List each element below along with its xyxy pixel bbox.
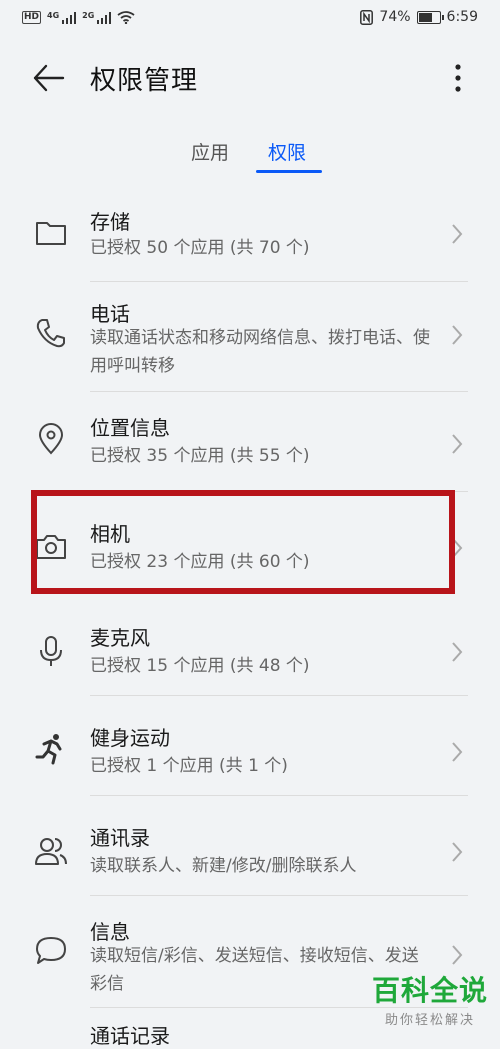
contacts-icon xyxy=(35,838,67,865)
chevron-right-icon xyxy=(452,842,463,862)
status-right: 74% 6:59 xyxy=(360,9,478,25)
chevron-right-icon xyxy=(452,642,463,662)
permission-item-storage[interactable]: 存储 已授权 50 个应用 (共 70 个) xyxy=(0,186,500,282)
arrow-left-icon[interactable] xyxy=(32,62,66,94)
permission-title: 存储 xyxy=(90,210,130,234)
page-title: 权限管理 xyxy=(90,66,199,96)
permission-title: 信息 xyxy=(90,920,130,944)
signal-icon xyxy=(62,11,77,24)
permission-title: 电话 xyxy=(90,302,130,326)
network-type-1: 4G xyxy=(47,11,60,20)
signal-icon xyxy=(97,11,112,24)
chevron-right-icon xyxy=(452,434,463,454)
highlight-box xyxy=(31,490,455,594)
tab-active-indicator xyxy=(256,170,322,173)
running-icon xyxy=(35,734,62,765)
watermark-subtitle: 助你轻松解决 xyxy=(384,1013,475,1028)
permission-item-contacts[interactable]: 通讯录 读取联系人、新建/修改/删除联系人 xyxy=(0,796,500,896)
battery-percent: 74% xyxy=(379,9,411,25)
chevron-right-icon xyxy=(452,224,463,244)
microphone-icon xyxy=(40,636,62,666)
permission-item-location[interactable]: 位置信息 已授权 35 个应用 (共 55 个) xyxy=(0,392,500,492)
tab-apps[interactable]: 应用 xyxy=(191,138,229,165)
location-icon xyxy=(38,423,64,455)
permission-subtitle: 已授权 15 个应用 (共 48 个) xyxy=(90,656,310,676)
battery-icon xyxy=(416,10,444,24)
chevron-right-icon xyxy=(452,945,463,965)
chevron-right-icon xyxy=(452,742,463,762)
permission-title: 位置信息 xyxy=(90,416,170,440)
permission-title: 麦克风 xyxy=(90,626,150,650)
clock: 6:59 xyxy=(446,9,478,25)
watermark-title: 百科全说 xyxy=(372,974,489,1007)
permission-title: 通讯录 xyxy=(90,826,150,850)
permission-subtitle: 已授权 50 个应用 (共 70 个) xyxy=(90,238,310,258)
nfc-icon xyxy=(360,9,374,25)
permission-subtitle: 已授权 35 个应用 (共 55 个) xyxy=(90,446,310,466)
permission-list: 存储 已授权 50 个应用 (共 70 个) 电话 读取通话状态和移动网络信息、… xyxy=(0,186,500,1048)
hd-icon: HD xyxy=(22,11,42,24)
permission-item-microphone[interactable]: 麦克风 已授权 15 个应用 (共 48 个) xyxy=(0,596,500,696)
message-icon xyxy=(36,937,66,964)
permission-item-phone[interactable]: 电话 读取通话状态和移动网络信息、拨打电话、使用呼叫转移 xyxy=(0,282,500,392)
wifi-icon xyxy=(117,11,135,24)
network-type-2: 2G xyxy=(82,11,95,20)
tab-bar: 应用 权限 xyxy=(0,138,500,176)
more-vertical-icon[interactable] xyxy=(448,62,468,94)
permission-title: 健身运动 xyxy=(90,726,170,750)
permission-subtitle: 已授权 1 个应用 (共 1 个) xyxy=(90,756,288,776)
folder-icon xyxy=(36,222,66,245)
phone-icon xyxy=(36,319,65,348)
chevron-right-icon xyxy=(452,325,463,345)
permission-item-fitness[interactable]: 健身运动 已授权 1 个应用 (共 1 个) xyxy=(0,696,500,796)
permission-title: 通话记录 xyxy=(90,1024,170,1048)
tab-permissions[interactable]: 权限 xyxy=(268,138,306,165)
permission-subtitle: 读取通话状态和移动网络信息、拨打电话、使用呼叫转移 xyxy=(90,328,430,376)
app-bar: 权限管理 xyxy=(0,48,500,108)
watermark-logo: 百科全说 助你轻松解决 xyxy=(372,974,489,1029)
permission-subtitle: 读取联系人、新建/修改/删除联系人 xyxy=(90,856,357,876)
status-bar: HD 4G 2G 74% 6:59 xyxy=(0,0,500,38)
battery-level xyxy=(418,12,432,22)
status-left: HD 4G 2G xyxy=(22,11,135,24)
